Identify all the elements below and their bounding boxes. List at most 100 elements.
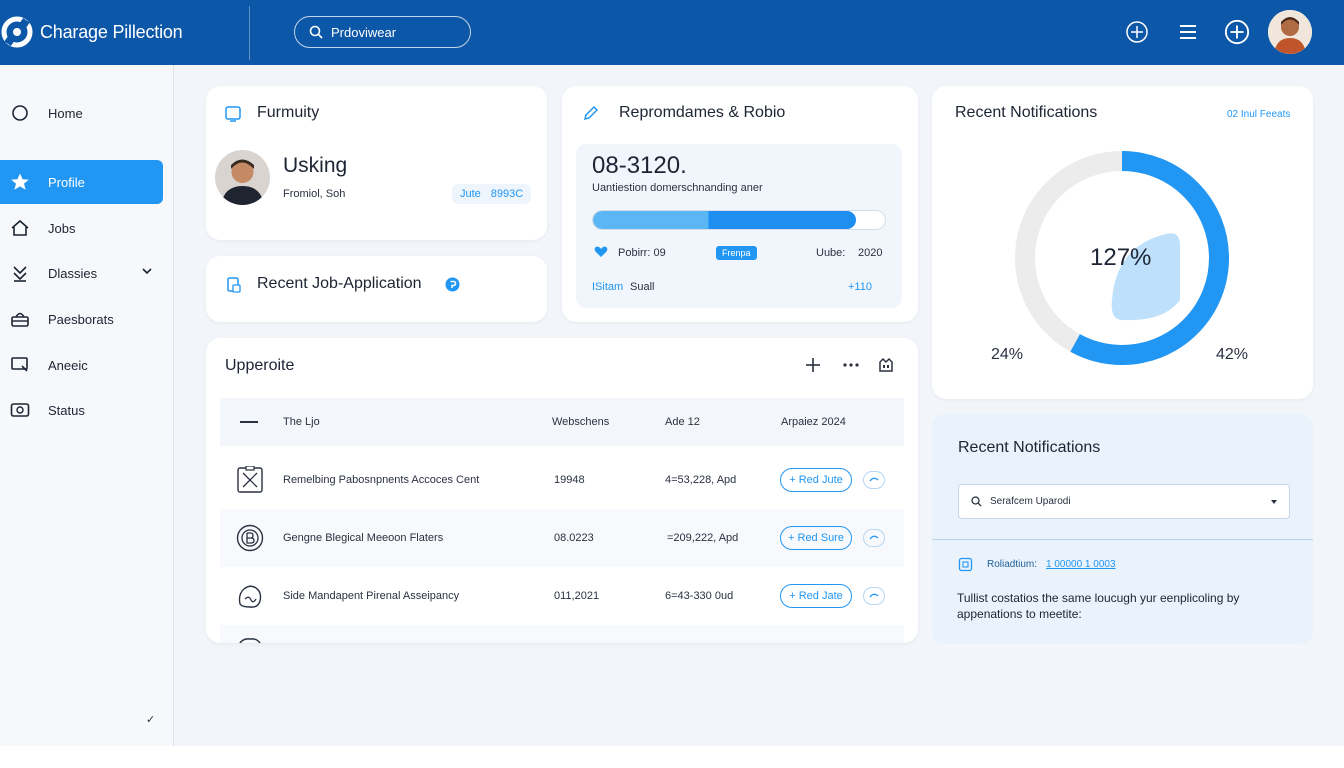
- building-icon[interactable]: [878, 356, 894, 372]
- avatar-image: [1268, 10, 1312, 54]
- profile-avatar: [215, 150, 270, 205]
- sidebar-item-label: Paesborats: [48, 311, 114, 327]
- sidebar-item-profile[interactable]: Profile: [0, 160, 163, 204]
- sidebar: Home Profile Jobs Dlassies Paesborats An…: [0, 65, 174, 746]
- chevron-down-icon[interactable]: [141, 265, 153, 277]
- row-action-button[interactable]: + Red Jute: [780, 468, 852, 492]
- notifications-card: Recent Notifications 02 Inul Feeats 127%…: [932, 86, 1313, 399]
- notifications-search-input[interactable]: Serafcem Uparodi: [958, 484, 1290, 519]
- profile-badge-label: Jute: [460, 188, 481, 200]
- column-select[interactable]: [240, 398, 260, 446]
- notifications-panel: Recent Notifications Serafcem Uparodi Ro…: [932, 414, 1313, 644]
- sidebar-collapse-mark[interactable]: ✓: [146, 713, 155, 726]
- notification-message: Tullist costatios the same loucugh yur e…: [957, 591, 1240, 621]
- sidebar-item-label: Aneeic: [48, 357, 88, 373]
- row-name: Gengne Blegical Meeoon Flaters: [283, 532, 444, 544]
- notifications-panel-title: Recent Notifications: [958, 439, 1101, 456]
- sidebar-item-dlassies[interactable]: Dlassies: [0, 251, 163, 295]
- heart-icon: [594, 246, 608, 257]
- filter-icon: [10, 263, 30, 283]
- search-input[interactable]: Prdoviwear: [294, 16, 471, 48]
- check-box-icon: [958, 557, 973, 572]
- wave-icon: [869, 593, 879, 598]
- report-progress-fill: [593, 211, 856, 229]
- table-header: The Ljo Webschens Ade 12 Arpaiez 2024: [220, 398, 904, 446]
- row-amount: 4=53,228, Apd: [665, 474, 737, 486]
- profile-subtitle: Fromiol, Soh: [283, 188, 346, 200]
- notification-item-value[interactable]: 1 00000 1 0003: [1046, 559, 1116, 570]
- header-divider: [249, 6, 250, 60]
- profile-badge: Jute 8993C: [452, 184, 532, 204]
- donut-left-label: 24%: [991, 346, 1024, 363]
- plus-circle-icon[interactable]: [1124, 19, 1150, 45]
- info-badge-icon[interactable]: [445, 277, 460, 292]
- bottom-strip: [0, 746, 1344, 768]
- dropdown-icon[interactable]: [1271, 500, 1277, 504]
- sidebar-item-aneeic[interactable]: Aneeic: [0, 343, 163, 387]
- search-icon: [309, 25, 323, 39]
- sidebar-item-status[interactable]: Status: [0, 388, 163, 432]
- scan-icon: [236, 451, 264, 509]
- panel-divider: [932, 539, 1313, 540]
- row-amount: 6=43-330 0ud: [665, 590, 734, 602]
- row-more-button[interactable]: [863, 529, 885, 547]
- add-circle-icon[interactable]: [1224, 19, 1250, 45]
- report-card: Repromdames & Robio 08-3120. Uantiestion…: [562, 86, 918, 322]
- recent-job-card[interactable]: Recent Job-Application: [206, 256, 547, 322]
- star-icon: [10, 172, 30, 192]
- table-row[interactable]: Remelbing Pabosnpnents Accoces Cent 1994…: [220, 451, 904, 509]
- sidebar-item-label: Profile: [48, 174, 85, 190]
- report-caption: Uantiestion domerschnanding aner: [592, 182, 763, 194]
- column-header[interactable]: The Ljo: [283, 398, 320, 446]
- row-number: 19948: [554, 474, 585, 486]
- report-card-title: Repromdames & Robio: [619, 104, 786, 121]
- column-header[interactable]: Ade 12: [665, 398, 700, 446]
- ticket-icon: [10, 400, 30, 420]
- avatar[interactable]: [1268, 10, 1312, 54]
- report-footer-left-b: Suall: [630, 281, 655, 293]
- notifications-card-link[interactable]: 02 Inul Feeats: [1227, 109, 1290, 120]
- pencil-icon: [583, 105, 599, 121]
- monitor-icon: [10, 355, 30, 375]
- report-stat-right-label: Uube:: [816, 247, 846, 259]
- more-icon[interactable]: [842, 362, 860, 368]
- donut-center-value: 127%: [1090, 244, 1152, 271]
- table-row[interactable]: Gengne Blegical Meeoon Flaters 08.0223 =…: [220, 509, 904, 567]
- add-icon[interactable]: [804, 356, 822, 374]
- sidebar-item-home[interactable]: Home: [0, 91, 163, 135]
- sidebar-item-jobs[interactable]: Jobs: [0, 206, 163, 250]
- sidebar-item-label: Dlassies: [48, 265, 98, 281]
- recent-job-title: Recent Job-Application: [257, 275, 422, 292]
- row-name: Remelbing Pabosnpnents Accoces Cent: [283, 474, 480, 486]
- b-circle-icon: [236, 509, 264, 567]
- brand[interactable]: Charage Pillection: [0, 14, 183, 50]
- notifications-card-title: Recent Notifications: [955, 104, 1098, 121]
- row-number: 08.0223: [554, 532, 594, 544]
- column-header[interactable]: Arpaiez 2024: [781, 398, 846, 446]
- report-footer-right[interactable]: +110: [848, 281, 872, 293]
- row-action-button[interactable]: + Red Jate: [780, 584, 852, 608]
- column-header[interactable]: Webschens: [552, 398, 609, 446]
- circle-icon: [10, 103, 30, 123]
- report-panel: 08-3120. Uantiestion domerschnanding ane…: [576, 144, 902, 308]
- sidebar-item-label: Home: [48, 105, 83, 121]
- notifications-search-placeholder: Serafcem Uparodi: [990, 496, 1071, 507]
- table-row[interactable]: Side Mandapent Pirenal Asseipancy 011,20…: [220, 567, 904, 625]
- report-big-value: 08-3120.: [592, 152, 687, 179]
- house-icon: [10, 218, 30, 238]
- table-card-title: Upperoite: [225, 357, 295, 374]
- profile-card-title: Furmuity: [257, 104, 320, 121]
- row-number: 011,2021: [554, 590, 600, 602]
- sidebar-item-paesborats[interactable]: Paesborats: [0, 297, 163, 341]
- top-header: Charage Pillection Prdoviwear: [0, 0, 1344, 65]
- wave-icon: [869, 477, 879, 482]
- report-progress: [592, 210, 886, 230]
- basket-icon: [10, 309, 30, 329]
- search-icon: [971, 496, 982, 507]
- id-card-icon: [225, 106, 241, 122]
- row-more-button[interactable]: [863, 587, 885, 605]
- row-more-button[interactable]: [863, 471, 885, 489]
- donut-right-label: 42%: [1216, 346, 1249, 363]
- row-action-button[interactable]: + Red Sure: [780, 526, 852, 550]
- menu-icon[interactable]: [1175, 19, 1201, 45]
